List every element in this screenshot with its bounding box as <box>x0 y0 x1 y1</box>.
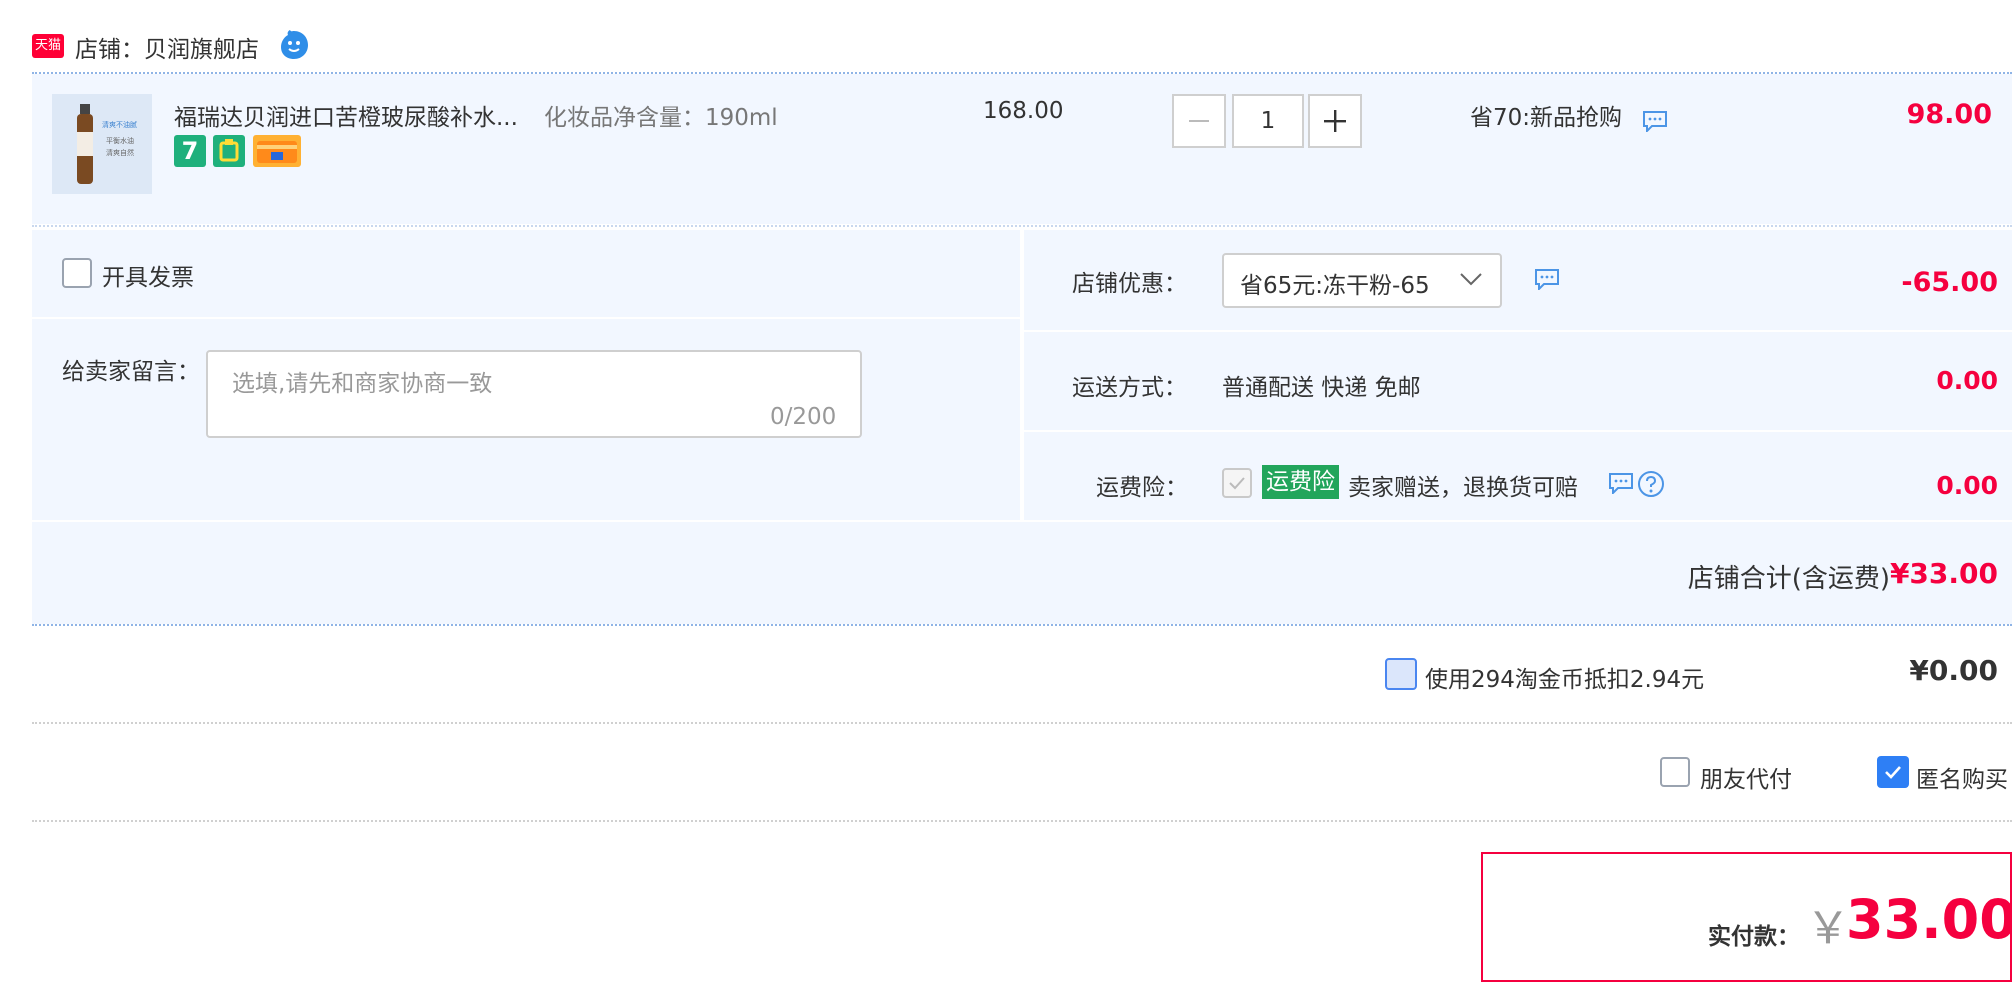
product-thumbnail[interactable]: 清爽不油腻 平衡水油 清爽自然 <box>52 94 152 194</box>
insurance-description: 卖家赠送，退换货可赔 <box>1348 475 1578 501</box>
insurance-comment-icon[interactable] <box>1608 472 1634 496</box>
payment-amount: 33.00 <box>1846 888 2012 951</box>
insurance-label: 运费险： <box>1096 475 1188 501</box>
shipping-amount: 0.00 <box>1936 366 1998 395</box>
friend-pay-label[interactable]: 朋友代付 <box>1700 760 1792 794</box>
promotion-comment-icon[interactable] <box>1642 110 1668 134</box>
shipping-method: 普通配送 快递 免邮 <box>1222 375 1421 401</box>
card-pay-icon[interactable] <box>253 135 301 167</box>
insurance-amount: 0.00 <box>1936 471 1998 500</box>
discount-comment-icon[interactable] <box>1534 268 1560 292</box>
guarantee-icon[interactable] <box>213 135 245 167</box>
seller-note-counter: 0/200 <box>770 404 837 430</box>
shop-total-divider <box>32 624 2012 626</box>
item-promotion: 省70:新品抢购 <box>1470 105 1623 131</box>
invoice-checkbox[interactable] <box>62 258 92 288</box>
insurance-checkbox <box>1222 468 1252 498</box>
payment-currency: ￥ <box>1806 903 1850 954</box>
wangwang-chat-icon[interactable] <box>277 28 311 62</box>
right-row-divider-2 <box>1024 430 2012 432</box>
product-sku: 化妆品净含量：190ml <box>544 105 778 131</box>
payment-label: 实付款： <box>1708 924 1800 950</box>
anonymous-checkbox[interactable] <box>1877 756 1909 788</box>
tmall-logo: 天猫 <box>32 34 64 58</box>
shop-total-label: 店铺合计(含运费) <box>1687 564 1890 594</box>
insurance-tag: 运费险 <box>1262 465 1339 499</box>
shop-discount-value[interactable]: 省65元:冻干粉-65 <box>1240 266 1430 300</box>
seller-note-placeholder: 选填,请先和商家协商一致 <box>232 371 493 397</box>
right-row-divider-1 <box>1024 330 2012 332</box>
item-subtotal: 98.00 <box>1906 99 1992 130</box>
help-icon[interactable] <box>1637 470 1665 498</box>
thumb-text-1: 清爽不油腻 <box>102 121 137 129</box>
friend-pay-checkbox[interactable] <box>1660 757 1690 787</box>
product-title[interactable]: 福瑞达贝润进口苦橙玻尿酸补水... <box>174 98 518 132</box>
thumb-text-3: 清爽自然 <box>106 149 134 157</box>
item-divider <box>32 225 2012 227</box>
quantity-input[interactable]: 1 <box>1232 94 1304 148</box>
seller-note-label: 给卖家留言： <box>62 359 200 385</box>
shop-name[interactable]: 店铺：贝润旗舰店 <box>75 30 259 64</box>
coin-deduct-amount: ¥0.00 <box>1909 654 1998 687</box>
invoice-label[interactable]: 开具发票 <box>102 258 194 292</box>
shop-total-amount: ¥33.00 <box>1889 557 1998 590</box>
thumb-text-2: 平衡水油 <box>106 137 134 145</box>
shop-discount-label: 店铺优惠： <box>1072 271 1187 297</box>
options-column-divider <box>1020 230 1024 520</box>
item-row <box>32 74 2012 224</box>
coin-deduct-checkbox[interactable] <box>1385 658 1417 690</box>
anonymous-label[interactable]: 匿名购买 <box>1916 760 2008 794</box>
seven-day-return-icon[interactable]: 7 <box>174 135 206 167</box>
coin-deduct-label[interactable]: 使用294淘金币抵扣2.94元 <box>1425 660 1704 694</box>
chevron-down-icon[interactable] <box>1458 266 1484 292</box>
quantity-decrease-button[interactable] <box>1172 94 1226 148</box>
unit-price: 168.00 <box>983 98 1064 124</box>
shipping-label: 运送方式： <box>1072 375 1187 401</box>
extras-divider <box>32 820 2012 822</box>
shop-discount-amount: -65.00 <box>1901 267 1998 298</box>
coins-divider <box>32 722 2012 724</box>
quantity-increase-button[interactable] <box>1308 94 1362 148</box>
left-row-divider <box>32 317 1020 319</box>
